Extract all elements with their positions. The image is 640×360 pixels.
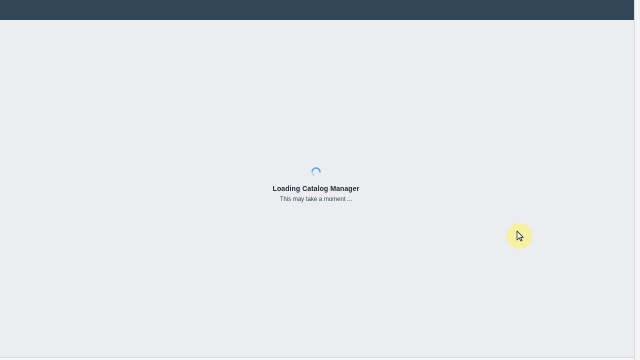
loading-subtitle: This may take a moment ...: [279, 197, 353, 203]
loading-screen: Loading Catalog Manager This may take a …: [0, 0, 640, 360]
loading-panel: Loading Catalog Manager This may take a …: [226, 166, 406, 210]
loading-title: Loading Catalog Manager: [272, 186, 360, 193]
window-scroll-edge: [634, 0, 640, 360]
loading-spinner-icon: [311, 167, 321, 177]
top-bar: [0, 0, 634, 20]
mouse-pointer-icon: [516, 230, 524, 242]
